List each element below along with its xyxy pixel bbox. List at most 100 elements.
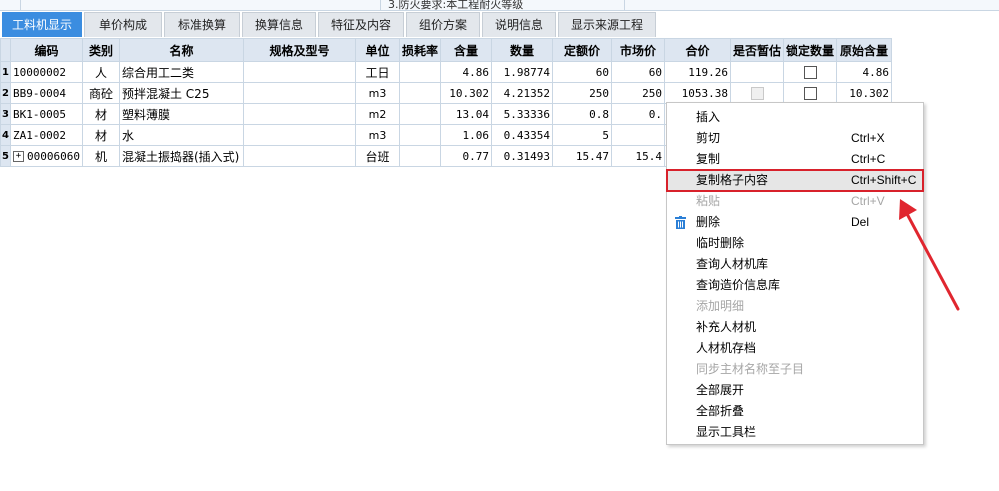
cell-quantity[interactable]: 5.33336 [491, 103, 553, 125]
table-row[interactable]: 1 10000002 人 综合用工二类 工日 4.86 1.98774 60 6… [0, 61, 893, 83]
cell-market-price[interactable]: 0. [611, 103, 665, 125]
cell-quantity[interactable]: 1.98774 [491, 61, 553, 83]
column-header[interactable]: 规格及型号 [242, 38, 356, 62]
menu-item-delete[interactable]: 删除 Del [667, 212, 923, 233]
column-header[interactable]: 损耗率 [398, 38, 442, 62]
column-header[interactable]: 类别 [81, 38, 120, 62]
cell-loss-rate[interactable] [398, 145, 442, 167]
cell-type[interactable]: 机 [81, 145, 120, 167]
menu-item-copy-cell-content[interactable]: 复制格子内容 Ctrl+Shift+C [666, 169, 924, 192]
cell-unit[interactable]: m2 [354, 103, 400, 125]
cell-market-price[interactable]: 15.4 [611, 145, 665, 167]
cell-type[interactable]: 材 [81, 103, 120, 125]
cell-total[interactable]: 1053.38 [664, 82, 731, 104]
cell-name[interactable]: 水 [118, 124, 244, 146]
cell-spec[interactable] [242, 82, 356, 104]
cell-name[interactable]: 预拌混凝土 C25 [118, 82, 244, 104]
menu-item-collapse-all[interactable]: 全部折叠 [667, 401, 923, 422]
cell-loss-rate[interactable] [398, 103, 442, 125]
column-header[interactable]: 名称 [118, 38, 244, 62]
cell-market-price[interactable]: 250 [611, 82, 665, 104]
cell-quantity[interactable]: 0.43354 [491, 124, 553, 146]
row-number[interactable]: 4 [0, 124, 11, 146]
cell-unit[interactable]: 工日 [354, 61, 400, 83]
cell-loss-rate[interactable] [398, 82, 442, 104]
cell-content[interactable]: 13.04 [440, 103, 492, 125]
tab-description-info[interactable]: 说明信息 [482, 12, 556, 37]
menu-item-query-cost-info-library[interactable]: 查询造价信息库 [667, 275, 923, 296]
cell-fixed-price[interactable]: 60 [552, 61, 612, 83]
menu-item-query-material-library[interactable]: 查询人材机库 [667, 254, 923, 275]
menu-item-supplement-material[interactable]: 补充人材机 [667, 317, 923, 338]
cell-spec[interactable] [242, 145, 356, 167]
cell-code[interactable]: BK1-0005 [10, 103, 83, 125]
cell-type[interactable]: 人 [81, 61, 120, 83]
column-header[interactable]: 原始含量 [836, 38, 893, 62]
cell-name[interactable]: 综合用工二类 [118, 61, 244, 83]
cell-code[interactable]: +00006060 [10, 145, 83, 167]
cell-name[interactable]: 塑料薄膜 [118, 103, 244, 125]
cell-fixed-price[interactable]: 0.8 [552, 103, 612, 125]
cell-fixed-price[interactable]: 5 [552, 124, 612, 146]
cell-code[interactable]: 10000002 [10, 61, 83, 83]
tab-standard-conversion[interactable]: 标准换算 [164, 12, 240, 37]
column-header[interactable]: 定额价 [552, 38, 612, 62]
column-header[interactable]: 是否暂估 [729, 38, 785, 62]
tab-conversion-info[interactable]: 换算信息 [242, 12, 316, 37]
menu-item-material-archive[interactable]: 人材机存档 [667, 338, 923, 359]
expand-toggle[interactable]: + [13, 151, 24, 162]
column-header[interactable]: 合价 [664, 38, 731, 62]
menu-item-insert[interactable]: 插入 [667, 107, 923, 128]
cell-type[interactable]: 商砼 [81, 82, 120, 104]
row-number[interactable]: 5 [0, 145, 11, 167]
column-header[interactable]: 市场价 [611, 38, 665, 62]
cell-spec[interactable] [242, 103, 356, 125]
cell-unit[interactable]: m3 [354, 124, 400, 146]
cell-provisional[interactable] [729, 61, 785, 83]
menu-item-show-toolbar[interactable]: 显示工具栏 [667, 422, 923, 443]
column-header[interactable]: 单位 [354, 38, 400, 62]
cell-content[interactable]: 4.86 [440, 61, 492, 83]
cell-content[interactable]: 1.06 [440, 124, 492, 146]
lock-quantity-checkbox[interactable] [803, 65, 817, 79]
cell-market-price[interactable]: 60 [611, 61, 665, 83]
lock-quantity-checkbox[interactable] [803, 86, 817, 100]
cell-spec[interactable] [242, 61, 356, 83]
cell-lock-quantity[interactable] [783, 82, 838, 104]
cell-original-content[interactable]: 4.86 [836, 61, 893, 83]
column-header[interactable]: 锁定数量 [783, 38, 838, 62]
menu-item-expand-all[interactable]: 全部展开 [667, 380, 923, 401]
tab-unit-price-composition[interactable]: 单价构成 [84, 12, 162, 37]
cell-spec[interactable] [242, 124, 356, 146]
cell-type[interactable]: 材 [81, 124, 120, 146]
row-number[interactable]: 1 [0, 61, 11, 83]
menu-item-copy[interactable]: 复制 Ctrl+C [667, 149, 923, 170]
cell-name[interactable]: 混凝土振捣器(插入式) [118, 145, 244, 167]
cell-code[interactable]: ZA1-0002 [10, 124, 83, 146]
column-header[interactable]: 编码 [10, 38, 83, 62]
cell-unit[interactable]: m3 [354, 82, 400, 104]
row-number[interactable]: 3 [0, 103, 11, 125]
table-row[interactable]: 2 BB9-0004 商砼 预拌混凝土 C25 m3 10.302 4.2135… [0, 82, 893, 104]
cell-content[interactable]: 10.302 [440, 82, 492, 104]
column-header[interactable]: 数量 [491, 38, 553, 62]
cell-quantity[interactable]: 4.21352 [491, 82, 553, 104]
cell-original-content[interactable]: 10.302 [836, 82, 893, 104]
tab-pricing-scheme[interactable]: 组价方案 [406, 12, 480, 37]
cell-code[interactable]: BB9-0004 [10, 82, 83, 104]
cell-loss-rate[interactable] [398, 124, 442, 146]
cell-fixed-price[interactable]: 15.47 [552, 145, 612, 167]
menu-item-cut[interactable]: 剪切 Ctrl+X [667, 128, 923, 149]
cell-lock-quantity[interactable] [783, 61, 838, 83]
row-number[interactable]: 2 [0, 82, 11, 104]
cell-content[interactable]: 0.77 [440, 145, 492, 167]
tab-labor-material-machine[interactable]: 工料机显示 [2, 12, 82, 37]
cell-loss-rate[interactable] [398, 61, 442, 83]
cell-quantity[interactable]: 0.31493 [491, 145, 553, 167]
tab-show-source-project[interactable]: 显示来源工程 [558, 12, 656, 37]
cell-total[interactable]: 119.26 [664, 61, 731, 83]
cell-fixed-price[interactable]: 250 [552, 82, 612, 104]
cell-market-price[interactable] [611, 124, 665, 146]
cell-provisional[interactable] [729, 82, 785, 104]
tab-features-content[interactable]: 特征及内容 [318, 12, 404, 37]
